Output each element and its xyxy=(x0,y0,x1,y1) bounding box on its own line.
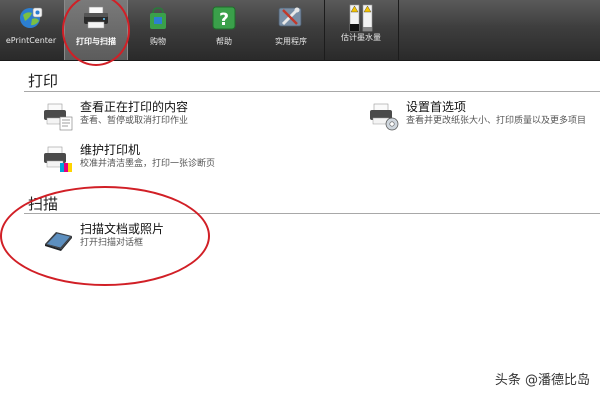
action-view-print-queue[interactable]: 查看正在打印的内容 查看、暂停或取消打印作业 xyxy=(42,100,188,132)
eprint-globe-icon xyxy=(17,4,45,32)
toolbar-label: ePrintCenter xyxy=(5,36,57,45)
svg-text:?: ? xyxy=(219,10,229,30)
toolbar-item-shopping[interactable]: 购物 xyxy=(128,0,188,60)
action-description: 查看并更改纸张大小、打印质量以及更多项目 xyxy=(406,116,587,126)
toolbar-label: 实用程序 xyxy=(275,37,307,46)
section-title-print: 打印 xyxy=(28,72,59,90)
toolbar-item-ink-levels[interactable]: 估计墨水量 xyxy=(328,0,394,60)
scanner-icon xyxy=(45,232,72,251)
action-title: 维护打印机 xyxy=(80,143,141,157)
toolbar-item-eprintcenter[interactable]: ePrintCenter xyxy=(0,0,62,60)
action-maintain-printer[interactable]: 维护打印机 校准并清洁墨盒，打印一张诊断页 xyxy=(42,143,215,175)
toolbar-separator xyxy=(398,0,399,60)
toolbar-label: 估计墨水量 xyxy=(341,33,381,42)
action-title: 设置首选项 xyxy=(406,100,467,114)
toolbar-label: 打印与扫描 xyxy=(76,37,116,46)
toolbar-label: 购物 xyxy=(150,37,166,46)
action-scan-document[interactable]: 扫描文档或照片 打开扫描对话框 xyxy=(42,222,164,254)
print-queue-icon xyxy=(44,103,73,131)
section-divider xyxy=(24,213,600,214)
toolbar-item-print-scan[interactable]: 打印与扫描 xyxy=(64,0,128,60)
action-description: 校准并清洁墨盒，打印一张诊断页 xyxy=(80,159,216,169)
printer-icon xyxy=(82,4,110,32)
action-set-preferences[interactable]: 设置首选项 查看并更改纸张大小、打印质量以及更多项目 xyxy=(368,100,586,132)
printer-preferences-icon xyxy=(370,103,399,131)
toolbar: ePrintCenter 打印与扫描 购物 ? 帮助 实用程序 估计墨水量 xyxy=(0,0,600,61)
ink-level-icon xyxy=(347,4,375,32)
toolbar-separator xyxy=(324,0,325,60)
section-divider xyxy=(24,91,600,92)
toolbar-item-utilities[interactable]: 实用程序 xyxy=(260,0,322,60)
action-description: 查看、暂停或取消打印作业 xyxy=(80,116,189,126)
section-title-scan: 扫描 xyxy=(28,195,59,213)
tools-icon xyxy=(277,4,305,32)
watermark: 头条 @潘德比岛 xyxy=(494,373,590,388)
printer-maintenance-icon xyxy=(44,146,72,172)
action-title: 扫描文档或照片 xyxy=(80,222,165,236)
toolbar-label: 帮助 xyxy=(216,37,232,46)
help-icon: ? xyxy=(210,4,238,32)
shopping-bag-icon xyxy=(144,4,172,32)
action-title: 查看正在打印的内容 xyxy=(80,100,189,114)
toolbar-item-help[interactable]: ? 帮助 xyxy=(192,0,256,60)
action-description: 打开扫描对话框 xyxy=(80,238,144,248)
